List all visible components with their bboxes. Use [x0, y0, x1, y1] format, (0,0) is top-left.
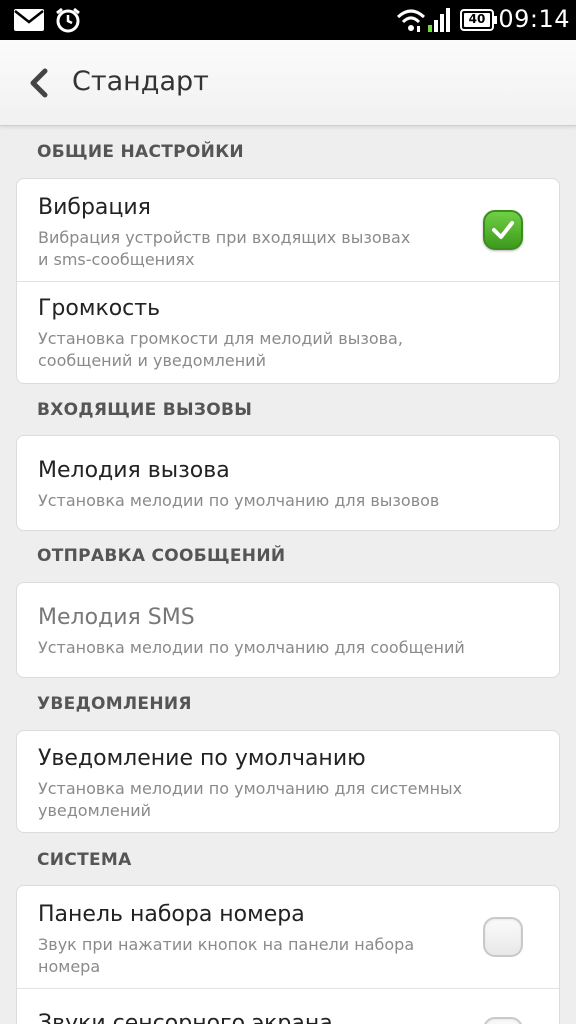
section-messages-header: ОТПРАВКА СООБЩЕНИЙ: [37, 546, 286, 566]
battery-level: 40: [468, 12, 486, 26]
volume-row[interactable]: Громкость Установка громкости для мелоди…: [17, 282, 559, 383]
section-general-header: ОБЩИЕ НАСТРОЙКИ: [37, 142, 244, 162]
dialpad-subtitle-1: Звук при нажатии кнопок на панели набора: [38, 935, 415, 954]
vibration-checkbox[interactable]: [483, 210, 523, 250]
incoming-calls-card: Мелодия вызова Установка мелодии по умол…: [16, 435, 560, 531]
header: Стандарт: [0, 40, 576, 126]
status-bar: 40 09:14: [0, 0, 576, 40]
sms-tone-subtitle: Установка мелодии по умолчанию для сообщ…: [38, 638, 465, 657]
ringtone-title: Мелодия вызова: [38, 458, 230, 483]
default-notification-subtitle-1: Установка мелодии по умолчанию для систе…: [38, 779, 463, 798]
section-notifications-header: УВЕДОМЛЕНИЯ: [37, 694, 192, 714]
section-incoming-header: ВХОДЯЩИЕ ВЫЗОВЫ: [37, 400, 253, 420]
dialpad-subtitle-2: номера: [38, 957, 101, 976]
wifi-icon: [396, 8, 426, 36]
checkmark-icon: [492, 221, 514, 239]
chevron-left-icon[interactable]: [26, 68, 52, 98]
status-time: 09:14: [498, 5, 570, 33]
ringtone-subtitle: Установка мелодии по умолчанию для вызов…: [38, 491, 440, 510]
touch-sounds-title: Звуки сенсорного экрана: [38, 1011, 333, 1024]
vibration-title: Вибрация: [38, 195, 151, 220]
vibration-row[interactable]: Вибрация Вибрация устройств при входящих…: [17, 179, 559, 281]
messages-card: Мелодия SMS Установка мелодии по умолчан…: [16, 582, 560, 678]
default-notification-title: Уведомление по умолчанию: [38, 746, 366, 771]
dialpad-row[interactable]: Панель набора номера Звук при нажатии кн…: [17, 886, 559, 988]
page-title: Стандарт: [72, 66, 209, 97]
section-system-header: СИСТЕМА: [37, 850, 132, 870]
volume-title: Громкость: [38, 296, 161, 321]
signal-icon: [428, 8, 452, 36]
general-settings-card: Вибрация Вибрация устройств при входящих…: [16, 178, 560, 384]
touch-sounds-checkbox[interactable]: [483, 1017, 523, 1024]
touch-sounds-row[interactable]: Звуки сенсорного экрана: [17, 989, 559, 1024]
ringtone-row[interactable]: Мелодия вызова Установка мелодии по умол…: [17, 436, 559, 530]
volume-subtitle-2: сообщений и уведомлений: [38, 351, 266, 370]
default-notification-row[interactable]: Уведомление по умолчанию Установка мелод…: [17, 731, 559, 832]
dialpad-checkbox[interactable]: [483, 917, 523, 957]
alarm-icon: [54, 6, 82, 38]
sms-tone-title: Мелодия SMS: [38, 605, 195, 630]
vibration-subtitle-2: и sms-сообщениях: [38, 250, 195, 269]
default-notification-subtitle-2: уведомлений: [38, 801, 151, 820]
volume-subtitle-1: Установка громкости для мелодий вызова,: [38, 329, 403, 348]
dialpad-title: Панель набора номера: [38, 902, 305, 927]
notifications-card: Уведомление по умолчанию Установка мелод…: [16, 730, 560, 833]
sms-tone-row[interactable]: Мелодия SMS Установка мелодии по умолчан…: [17, 583, 559, 677]
mail-icon: [14, 9, 44, 35]
system-card: Панель набора номера Звук при нажатии кн…: [16, 885, 560, 1024]
vibration-subtitle-1: Вибрация устройств при входящих вызовах: [38, 228, 411, 247]
